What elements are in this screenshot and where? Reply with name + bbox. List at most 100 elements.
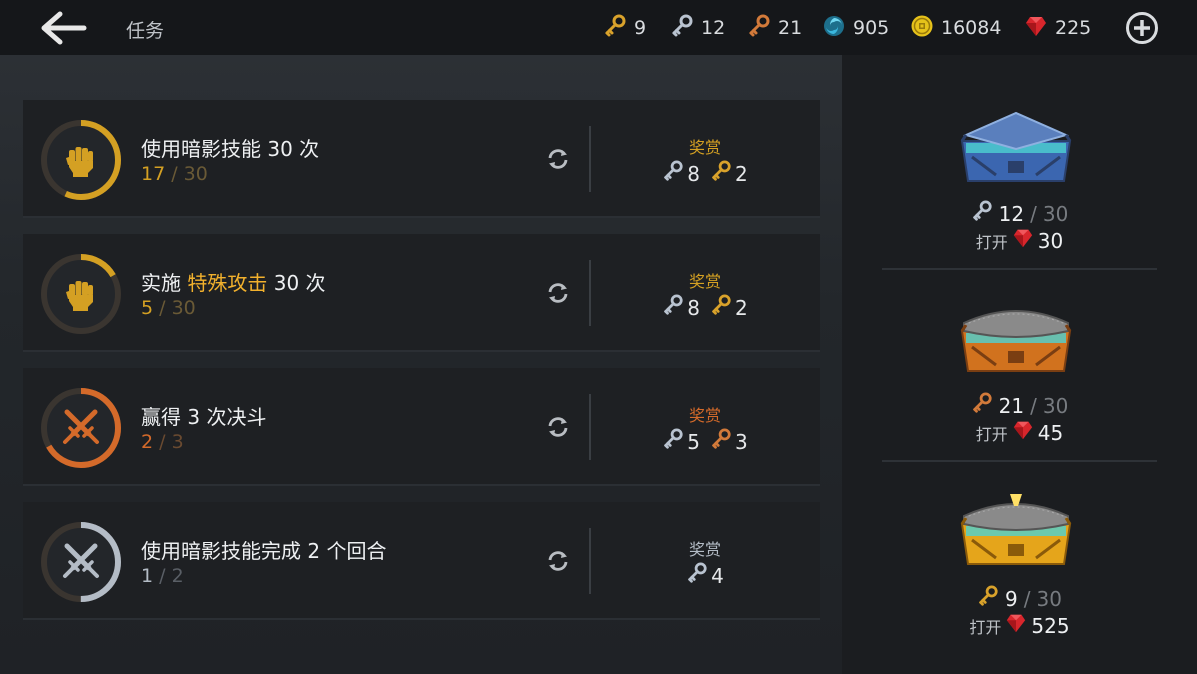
gold-key-icon [710, 294, 732, 321]
open-chest-button[interactable]: 打开 30 [842, 227, 1197, 254]
gold-chest-icon[interactable] [952, 488, 1080, 574]
quest-progress-ring [40, 253, 122, 335]
quest-progress-ring [40, 387, 122, 469]
quest-text: 实施 [141, 271, 188, 295]
quest-list-panel: 使用暗影技能 30 次 17 / 30 奖赏 8 2 实施 特殊攻击 30 次5 … [0, 55, 842, 674]
open-cost: 30 [1037, 228, 1064, 253]
ruby-icon [1024, 14, 1048, 43]
gold-coin-icon [910, 14, 934, 43]
shadow-energy-icon [822, 14, 846, 43]
reward-count: 2 [735, 295, 748, 320]
chest-divider [882, 460, 1157, 462]
reward-count: 3 [735, 429, 748, 454]
progress-total: 2 [171, 565, 184, 587]
refresh-icon[interactable] [545, 146, 571, 172]
currency-gold-keys: 9 [603, 13, 646, 43]
progress-separator: / [165, 163, 184, 185]
reward-count: 4 [711, 563, 724, 588]
quest-card[interactable]: 使用暗影技能 30 次 17 / 30 奖赏 8 2 [23, 100, 820, 218]
gold-key-icon [710, 160, 732, 187]
silver-key-icon [670, 14, 694, 43]
progress-current: 1 [141, 565, 154, 587]
open-cost: 525 [1031, 613, 1070, 638]
reward-item: 4 [686, 562, 724, 589]
keys-need: 30 [1042, 393, 1069, 418]
bronze-key-icon [710, 428, 732, 455]
silver-key-icon [662, 160, 684, 187]
quest-card[interactable]: 使用暗影技能完成 2 个回合 1 / 2 奖赏 4 [23, 502, 820, 620]
progress-current: 17 [141, 163, 166, 185]
progress-total: 30 [183, 163, 208, 185]
quest-card[interactable]: 实施 特殊攻击 30 次5 / 30 奖赏 8 2 [23, 234, 820, 352]
currency-value: 9 [634, 17, 647, 39]
crossed-swords-icon [40, 521, 122, 603]
chest-key-progress: 9/30 [842, 585, 1197, 612]
divider [589, 528, 591, 594]
reward-count: 8 [687, 161, 700, 186]
quest-text-highlight: 特殊攻击 [187, 271, 268, 295]
keys-separator: / [1030, 201, 1037, 226]
progress-separator: / [153, 297, 172, 319]
quest-text: 30 次 [267, 271, 326, 295]
open-chest-button[interactable]: 打开 45 [842, 419, 1197, 446]
bronze-key-icon [747, 14, 771, 43]
currency-shadow-energy: 905 [822, 13, 889, 43]
refresh-icon[interactable] [545, 548, 571, 574]
keys-need: 30 [1036, 586, 1062, 611]
reward-label: 奖赏 [688, 406, 721, 425]
quest-text: 使用暗影技能完成 2 个回合 [141, 539, 387, 563]
silver-chest-icon[interactable] [952, 105, 1080, 191]
currency-value: 21 [778, 17, 803, 39]
quest-text: 使用暗影技能 30 次 [141, 137, 320, 161]
plus-icon [1126, 12, 1158, 44]
add-currency-button[interactable] [1125, 11, 1159, 45]
keys-need: 30 [1042, 201, 1069, 226]
open-label: 打开 [969, 617, 1002, 637]
reward-label: 奖赏 [688, 138, 721, 157]
open-label: 打开 [975, 424, 1008, 444]
quest-description: 使用暗影技能完成 2 个回合 [141, 535, 386, 564]
reward-item: 2 [710, 160, 748, 187]
progress-separator: / [153, 431, 172, 453]
back-arrow-icon[interactable] [38, 8, 88, 48]
bronze-key-icon [971, 392, 993, 419]
reward-list: 8 2 [623, 160, 787, 187]
chest-key-progress: 12/30 [842, 200, 1197, 227]
silver-key-icon [971, 200, 993, 227]
top-bar: 任务 9 12 21 905 16084 225 [0, 0, 1197, 55]
ruby-icon [1005, 612, 1027, 639]
progress-separator: / [153, 565, 172, 587]
progress-current: 2 [141, 431, 154, 453]
chest-divider [882, 268, 1157, 270]
crossed-swords-icon [40, 387, 122, 469]
currency-silver-keys: 12 [670, 13, 725, 43]
fist-icon [40, 253, 122, 335]
gold-key-icon [977, 585, 999, 612]
refresh-icon[interactable] [545, 414, 571, 440]
divider [589, 260, 591, 326]
quest-description: 实施 特殊攻击 30 次 [141, 267, 326, 296]
quest-progress-text: 5 / 30 [141, 297, 196, 319]
quest-description: 使用暗影技能 30 次 [141, 133, 319, 162]
reward-label: 奖赏 [688, 540, 721, 559]
reward-item: 2 [710, 294, 748, 321]
quest-card[interactable]: 赢得 3 次决斗 2 / 3 奖赏 5 3 [23, 368, 820, 486]
keys-have: 12 [998, 201, 1025, 226]
reward-list: 4 [623, 562, 787, 589]
refresh-icon[interactable] [545, 280, 571, 306]
quest-progress-ring [40, 119, 122, 201]
chest-panel: 12/30 打开 30 21/30 打开 45 9/30 打开 525 [842, 55, 1197, 674]
open-chest-button[interactable]: 打开 525 [842, 612, 1197, 639]
page-title: 任务 [126, 20, 165, 42]
silver-key-icon [662, 294, 684, 321]
currency-value: 12 [701, 17, 726, 39]
progress-current: 5 [141, 297, 154, 319]
chest-key-progress: 21/30 [842, 392, 1197, 419]
currency-value: 16084 [941, 17, 1002, 39]
reward-item: 8 [662, 294, 700, 321]
reward-item: 8 [662, 160, 700, 187]
bronze-chest-icon[interactable] [952, 295, 1080, 381]
quest-progress-text: 1 / 2 [141, 565, 184, 587]
quest-progress-text: 2 / 3 [141, 431, 184, 453]
currency-rubies: 225 [1024, 13, 1091, 43]
